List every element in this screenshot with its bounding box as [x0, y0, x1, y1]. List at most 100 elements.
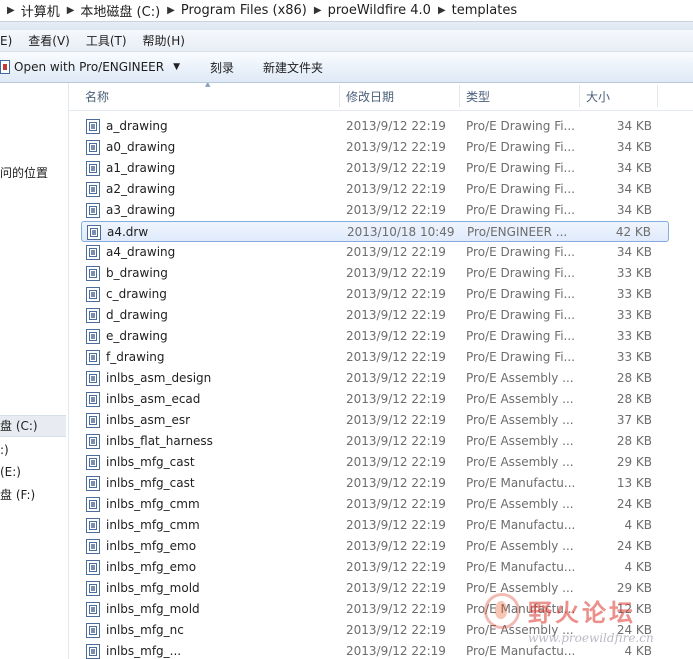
file-row[interactable]: d_drawing 2013/9/12 22:19 Pro/E Drawing Fi…	[81, 305, 669, 326]
file-type: Pro/E Drawing Fi...	[466, 308, 575, 322]
file-row[interactable]: inlbs_mfg_cmm 2013/9/12 22:19 Pro/E Assemb…	[81, 494, 669, 515]
file-date: 2013/9/12 22:19	[346, 182, 446, 196]
file-date: 2013/9/12 22:19	[346, 203, 446, 217]
column-divider[interactable]	[657, 85, 658, 107]
file-row[interactable]: a4_drawing 2013/9/12 22:19 Pro/E Drawing F…	[81, 242, 669, 263]
nav-recent-places[interactable]: 问的位置	[0, 163, 66, 183]
file-date: 2013/9/12 22:19	[346, 161, 446, 175]
file-row[interactable]: inlbs_mfg_mold 2013/9/12 22:19 Pro/E Manuf…	[81, 599, 669, 620]
file-row[interactable]: inlbs_mfg_emo 2013/9/12 22:19 Pro/E Manufa…	[81, 557, 669, 578]
file-name: a3_drawing	[106, 203, 176, 217]
nav-drive-e[interactable]: (E:)	[0, 462, 66, 482]
file-name: a_drawing	[106, 119, 168, 133]
file-name: inlbs_asm_ecad	[106, 392, 201, 406]
file-row[interactable]: inlbs_mfg_cast 2013/9/12 22:19 Pro/E Manuf…	[81, 473, 669, 494]
file-row[interactable]: inlbs_mfg_emo 2013/9/12 22:19 Pro/E Assemb…	[81, 536, 669, 557]
breadcrumb-proewildfire[interactable]: proeWildfire 4.0	[328, 3, 431, 18]
file-name: inlbs_mfg_...	[106, 644, 182, 658]
new-folder-button[interactable]: 新建文件夹	[263, 59, 323, 76]
command-toolbar: Open with Pro/ENGINEER ▼ 刻录 新建文件夹	[0, 52, 693, 83]
column-header-name[interactable]: 名称	[85, 83, 109, 110]
file-type: Pro/E Drawing Fi...	[466, 140, 575, 154]
drawing-file-icon	[86, 518, 100, 533]
file-type: Pro/E Drawing Fi...	[466, 161, 575, 175]
menu-tools[interactable]: 工具(T)	[86, 32, 127, 49]
open-with-button[interactable]: Open with Pro/ENGINEER ▼	[0, 60, 180, 74]
file-row[interactable]: a4.drw 2013/10/18 10:49 Pro/ENGINEER ... 42…	[81, 221, 669, 242]
file-date: 2013/9/12 22:19	[346, 119, 446, 133]
column-header-type[interactable]: 类型	[466, 83, 490, 110]
drawing-file-icon	[86, 539, 100, 554]
file-row[interactable]: a0_drawing 2013/9/12 22:19 Pro/E Drawing F…	[81, 137, 669, 158]
file-row[interactable]: a3_drawing 2013/9/12 22:19 Pro/E Drawing F…	[81, 200, 669, 221]
burn-button[interactable]: 刻录	[210, 59, 234, 76]
breadcrumb-drive-c[interactable]: 本地磁盘 (C:)	[80, 1, 160, 20]
address-bar[interactable]: ▶ 计算机 ▶ 本地磁盘 (C:) ▶ Program Files (x86) …	[0, 0, 693, 22]
dropdown-arrow-icon[interactable]: ▼	[173, 62, 180, 72]
file-name: inlbs_mfg_cmm	[106, 497, 200, 511]
chevron-right-icon[interactable]: ▶	[67, 5, 75, 16]
file-type: Pro/E Drawing Fi...	[466, 329, 575, 343]
file-row[interactable]: a1_drawing 2013/9/12 22:19 Pro/E Drawing F…	[81, 158, 669, 179]
file-row[interactable]: b_drawing 2013/9/12 22:19 Pro/E Drawing Fi…	[81, 263, 669, 284]
breadcrumb-templates[interactable]: templates	[452, 3, 517, 18]
menu-help[interactable]: 帮助(H)	[143, 32, 185, 49]
breadcrumb-program-files[interactable]: Program Files (x86)	[181, 3, 307, 18]
file-row[interactable]: inlbs_asm_esr 2013/9/12 22:19 Pro/E Assemb…	[81, 410, 669, 431]
drawing-file-icon	[86, 497, 100, 512]
file-row[interactable]: a_drawing 2013/9/12 22:19 Pro/E Drawing Fi…	[81, 116, 669, 137]
window-frame-strip	[0, 22, 693, 30]
file-date: 2013/9/12 22:19	[346, 518, 446, 532]
file-row[interactable]: a2_drawing 2013/9/12 22:19 Pro/E Drawing F…	[81, 179, 669, 200]
file-type: Pro/E Drawing Fi...	[466, 182, 575, 196]
file-row[interactable]: inlbs_mfg_mold 2013/9/12 22:19 Pro/E Assem…	[81, 578, 669, 599]
file-type: Pro/E Drawing Fi...	[466, 350, 575, 364]
column-divider[interactable]	[459, 85, 460, 107]
open-with-label: Open with Pro/ENGINEER	[14, 60, 165, 74]
file-name: inlbs_asm_esr	[106, 413, 191, 427]
file-name: c_drawing	[106, 287, 167, 301]
file-row[interactable]: inlbs_mfg_cmm 2013/9/12 22:19 Pro/E Manufa…	[81, 515, 669, 536]
file-date: 2013/9/12 22:19	[346, 602, 446, 616]
menu-view[interactable]: 查看(V)	[28, 32, 70, 49]
file-name: inlbs_mfg_cmm	[106, 518, 200, 532]
file-type: Pro/E Assembly ...	[466, 392, 574, 406]
file-row[interactable]: e_drawing 2013/9/12 22:19 Pro/E Drawing Fi…	[81, 326, 669, 347]
file-row[interactable]: inlbs_asm_design 2013/9/12 22:19 Pro/E Ass…	[81, 368, 669, 389]
file-row[interactable]: inlbs_mfg_cast 2013/9/12 22:19 Pro/E Assem…	[81, 452, 669, 473]
file-row[interactable]: c_drawing 2013/9/12 22:19 Pro/E Drawing Fi…	[81, 284, 669, 305]
breadcrumb-computer[interactable]: 计算机	[21, 1, 60, 20]
chevron-right-icon[interactable]: ▶	[167, 5, 175, 16]
file-type: Pro/E Drawing Fi...	[466, 266, 575, 280]
file-row[interactable]: f_drawing 2013/9/12 22:19 Pro/E Drawing Fi…	[81, 347, 669, 368]
column-divider[interactable]	[579, 85, 580, 107]
chevron-right-icon[interactable]: ▶	[438, 5, 446, 16]
file-date: 2013/9/12 22:19	[346, 434, 446, 448]
file-date: 2013/9/12 22:19	[346, 308, 446, 322]
file-type: Pro/E Manufactu...	[466, 644, 576, 658]
column-header-size[interactable]: 大小	[586, 83, 610, 110]
drawing-file-icon	[86, 560, 100, 575]
file-row[interactable]: inlbs_mfg_... 2013/9/12 22:19 Pro/E Manufa…	[81, 641, 669, 659]
column-header-date[interactable]: 修改日期	[346, 83, 394, 110]
file-type: Pro/E Assembly ...	[466, 539, 574, 553]
file-name: inlbs_asm_design	[106, 371, 212, 385]
drawing-file-icon	[86, 119, 100, 134]
nav-drive-f[interactable]: 盘 (F:)	[0, 485, 66, 505]
nav-drive-d[interactable]: :)	[0, 440, 66, 460]
file-size: 28 KB	[616, 392, 652, 406]
column-divider[interactable]	[339, 85, 340, 107]
nav-drive-c[interactable]: 盘 (C:)	[0, 415, 66, 437]
file-name: a0_drawing	[106, 140, 176, 154]
menu-edit[interactable]: E)	[0, 34, 12, 48]
chevron-right-icon[interactable]: ▶	[314, 5, 322, 16]
file-row[interactable]: inlbs_asm_ecad 2013/9/12 22:19 Pro/E Assem…	[81, 389, 669, 410]
file-type: Pro/E Assembly ...	[466, 371, 574, 385]
file-type: Pro/E Manufactu...	[466, 602, 576, 616]
file-row[interactable]: inlbs_flat_harness 2013/9/12 22:19 Pro/E A…	[81, 431, 669, 452]
file-row[interactable]: inlbs_mfg_nc 2013/9/12 22:19 Pro/E Assembl…	[81, 620, 669, 641]
file-date: 2013/9/12 22:19	[346, 497, 446, 511]
file-type: Pro/E Assembly ...	[466, 455, 574, 469]
file-size: 42 KB	[615, 225, 651, 239]
file-type: Pro/E Manufactu...	[466, 518, 576, 532]
